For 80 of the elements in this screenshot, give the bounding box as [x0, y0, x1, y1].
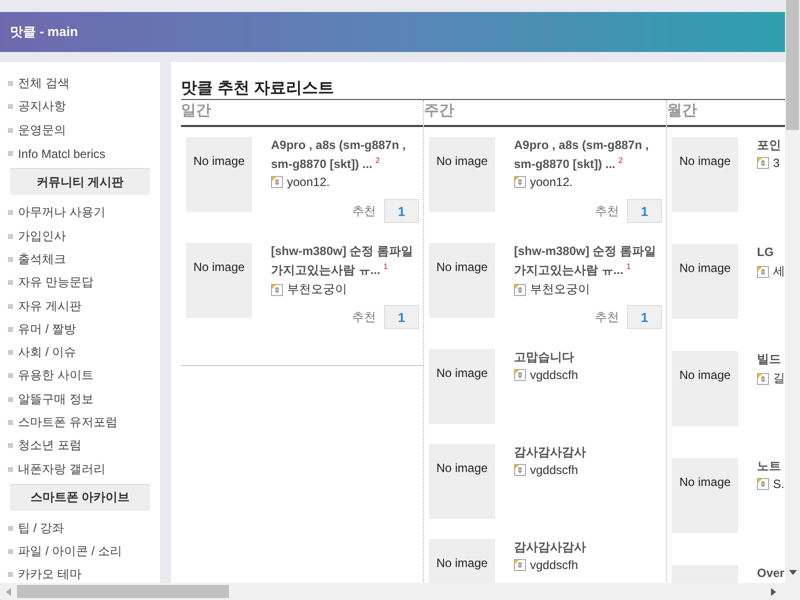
recommend-label: 추천 — [352, 308, 376, 326]
section-header: 커뮤니티 게시판 — [10, 168, 150, 196]
no-image-placeholder[interactable]: No image — [672, 458, 738, 533]
no-image-placeholder[interactable]: No image — [429, 137, 495, 212]
author-name: 3 — [773, 156, 780, 170]
sidebar-link[interactable]: 공지사항 — [0, 95, 150, 119]
horizontal-scrollbar[interactable] — [0, 583, 800, 600]
sidebar-link[interactable]: 사회 / 이슈 — [0, 340, 150, 364]
no-image-placeholder[interactable]: No image — [429, 444, 495, 519]
sidebar-link[interactable]: 전체 검색 — [0, 72, 150, 96]
author-name: vgddscfh — [530, 368, 578, 382]
no-image-placeholder[interactable]: No image — [429, 349, 495, 424]
sidebar-link[interactable]: 아무꺼나 사용기 — [0, 201, 150, 224]
sidebar-link[interactable]: 팁 / 강좌 — [0, 516, 150, 540]
sidebar-link[interactable]: 청소년 포럼 — [0, 434, 150, 458]
recommend-label: 추천 — [352, 202, 376, 220]
column-heading: 주간 — [424, 100, 666, 127]
recommend-label: 추천 — [595, 308, 619, 326]
no-image-placeholder[interactable]: No image — [186, 243, 252, 318]
user-level-icon — [514, 284, 526, 296]
user-level-icon — [757, 266, 769, 278]
no-image-placeholder[interactable]: No image — [429, 243, 495, 318]
author-name: yoon12. — [530, 175, 573, 189]
no-image-placeholder[interactable]: No image — [672, 137, 738, 212]
user-level-icon — [514, 369, 526, 381]
sidebar-link[interactable]: 내폰자랑 갤러리 — [0, 457, 150, 481]
author-name: S. — [773, 477, 784, 491]
author-name: vgddscfh — [530, 463, 578, 477]
author-name: 길 — [773, 370, 785, 387]
section-header: 스마트폰 아카이브 — [10, 484, 150, 511]
post-title-link[interactable]: 빌드 — [757, 351, 781, 367]
post-title-link[interactable]: 고맙습니다 — [514, 349, 578, 365]
scrollbar-thumb[interactable] — [786, 0, 799, 130]
no-image-placeholder[interactable]: No image — [429, 539, 495, 583]
author-name: yoon12. — [287, 175, 330, 189]
panel-title: 맛클 추천 자료리스트 — [181, 79, 335, 99]
sidebar-link[interactable]: 파일 / 아이콘 / 소리 — [0, 540, 150, 564]
post-title-link[interactable]: LG — [757, 244, 781, 260]
post-title-link[interactable]: 감사감사감사 — [514, 539, 586, 555]
sidebar-link[interactable]: 알뜰구매 정보 — [0, 388, 150, 411]
author-name: 부천오궁이 — [530, 281, 590, 298]
user-level-icon — [271, 176, 283, 188]
author-name: 부천오궁이 — [287, 281, 347, 298]
post-title-link[interactable]: A9pro , a8s (sm-g887n , sm-g8870 [skt]) ... $^{2}$ — [271, 137, 419, 172]
sidebar-link[interactable]: 자유 게시판 — [0, 294, 150, 318]
no-image-placeholder[interactable]: No image — [186, 137, 252, 212]
column-heading: 일간 — [181, 100, 423, 127]
sidebar-link[interactable]: 운영문의 — [0, 118, 150, 142]
scroll-left-icon[interactable] — [5, 588, 11, 596]
post-title-link[interactable]: 감사감사감사 — [514, 444, 586, 460]
sidebar-link[interactable]: 출석체크 — [0, 248, 150, 272]
sidebar-link[interactable]: 유머 / 짤방 — [0, 318, 150, 341]
user-level-icon — [514, 464, 526, 476]
user-level-icon — [757, 157, 769, 169]
post-title-link[interactable]: [shw-m380w] 순정 롬파일 가지고있는사람 ㅠ... $^{1}$ — [514, 243, 662, 278]
author-name: 세 — [773, 263, 785, 280]
author-name: vgddscfh — [530, 558, 578, 572]
sidebar-link[interactable]: 카카오 테마 — [0, 563, 150, 583]
user-level-icon — [514, 559, 526, 571]
sidebar-link[interactable]: Info Matcl berics — [0, 142, 150, 166]
user-level-icon — [757, 478, 769, 490]
post-title-link[interactable]: 노트 — [757, 458, 781, 474]
user-level-icon — [514, 176, 526, 188]
page-title: 맛클 - main — [10, 23, 78, 41]
scroll-down-icon[interactable] — [789, 570, 797, 576]
vertical-scrollbar[interactable] — [785, 0, 800, 583]
sidebar-link[interactable]: 스마트폰 유저포럼 — [0, 410, 150, 434]
scroll-right-icon[interactable] — [771, 588, 777, 596]
post-title-link[interactable]: A9pro , a8s (sm-g887n , sm-g8870 [skt]) ... $^{2}$ — [514, 137, 662, 172]
sidebar-link[interactable]: 유용한 사이트 — [0, 364, 150, 388]
sidebar-link[interactable]: 가입인사 — [0, 224, 150, 248]
sidebar-link[interactable]: 자유 만능문답 — [0, 271, 150, 294]
recommend-label: 추천 — [595, 202, 619, 220]
no-image-placeholder[interactable]: No image — [672, 244, 738, 319]
post-title-link[interactable]: [shw-m380w] 순정 롬파일 가지고있는사람 ㅠ... $^{1}$ — [271, 243, 419, 278]
post-title-link[interactable]: 포인 — [757, 137, 781, 153]
scrollbar-thumb[interactable] — [17, 585, 229, 598]
user-level-icon — [271, 284, 283, 296]
user-level-icon — [757, 372, 769, 384]
no-image-placeholder[interactable]: No image — [672, 351, 738, 426]
